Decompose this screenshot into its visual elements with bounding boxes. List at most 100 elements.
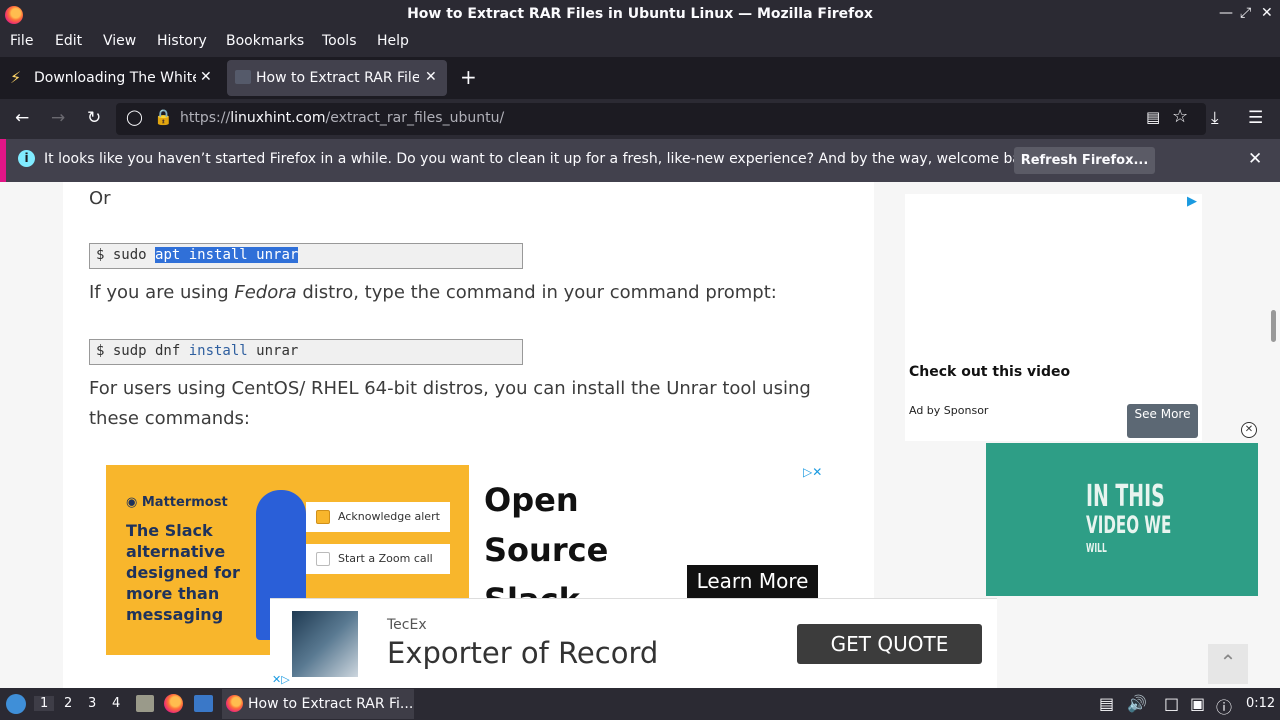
menu-tools[interactable]: Tools	[322, 33, 357, 49]
ad-card: Start a Zoom call	[306, 544, 450, 574]
code-block[interactable]: $ sudp dnf install unrar	[89, 339, 523, 365]
text: distro, type the command in your command…	[296, 282, 777, 303]
favicon-icon	[235, 70, 251, 84]
sponsor-ad[interactable]: ▶ Check out this video Ad by Sponsor See…	[905, 194, 1202, 441]
taskbar: 1 2 3 4 How to Extract RAR Fi... ▤ 🔊 □ ▣…	[0, 688, 1280, 720]
ad-headline: Check out this video	[909, 364, 1071, 380]
url-scheme: https://	[180, 110, 231, 126]
tab-downloading[interactable]: ⚡ Downloading The White H ✕	[2, 60, 224, 96]
taskbar-window-label: How to Extract RAR Fi...	[248, 696, 414, 712]
card-label: Start a Zoom call	[338, 552, 433, 565]
see-more-button[interactable]: See More	[1127, 404, 1198, 438]
taskbar-window-firefox[interactable]: How to Extract RAR Fi...	[222, 689, 414, 719]
window-title: How to Extract RAR Files in Ubuntu Linux…	[407, 6, 873, 22]
notes-icon[interactable]: □	[1164, 694, 1179, 713]
scrollbar-thumb[interactable]	[1271, 310, 1276, 342]
menu-view[interactable]: View	[103, 33, 136, 49]
video-ad[interactable]: IN THIS VIDEO WE WILL	[986, 443, 1258, 596]
firefox-icon	[226, 695, 243, 712]
ad-headline: Exporter of Record	[387, 636, 659, 670]
bookmark-star-icon[interactable]: ☆	[1172, 106, 1188, 127]
video-text: VIDEO WE	[1086, 511, 1172, 539]
ad-thumbnail	[292, 611, 358, 677]
close-tab-icon[interactable]: ✕	[425, 69, 437, 85]
close-notification-icon[interactable]: ✕	[1248, 149, 1262, 169]
clipboard-icon[interactable]: ▤	[1099, 694, 1114, 713]
close-window-icon[interactable]: ✕	[1261, 5, 1273, 21]
code-selected-text: apt install unrar	[155, 247, 299, 263]
menu-edit[interactable]: Edit	[55, 33, 82, 49]
back-icon[interactable]: ←	[15, 108, 29, 128]
paragraph-centos-2: these commands:	[89, 408, 250, 429]
code-text: unrar	[247, 343, 299, 359]
menu-file[interactable]: File	[10, 33, 33, 49]
shield-icon[interactable]: ◯	[126, 108, 143, 126]
forward-icon[interactable]: →	[51, 108, 65, 128]
workspace-2[interactable]: 2	[64, 696, 72, 711]
headline-line: Open	[484, 481, 579, 519]
workspace-3[interactable]: 3	[88, 696, 96, 711]
adchoices-icon[interactable]: ▷✕	[803, 465, 822, 479]
video-text: IN THIS	[1086, 479, 1165, 514]
text: If you are using	[89, 282, 235, 303]
reload-icon[interactable]: ↻	[87, 108, 101, 128]
checkbox-checked-icon	[316, 510, 330, 524]
adchoices-icon[interactable]: ▶	[1187, 194, 1197, 209]
emphasis-text: Fedora	[234, 282, 297, 303]
get-quote-button[interactable]: GET QUOTE	[797, 624, 982, 664]
tecex-ad[interactable]: TecEx Exporter of Record GET QUOTE ✕▷	[270, 598, 997, 688]
display-icon[interactable]: ▣	[1190, 694, 1205, 713]
headline-line: Source	[484, 531, 609, 569]
ad-copy: The Slack alternative designed for more …	[126, 521, 240, 624]
hamburger-menu-icon[interactable]: ☰	[1248, 108, 1263, 128]
menu-history[interactable]: History	[157, 33, 207, 49]
lock-icon[interactable]: 🔒	[154, 108, 173, 126]
learn-more-button[interactable]: Learn More	[687, 565, 818, 599]
title-bar: How to Extract RAR Files in Ubuntu Linux…	[0, 0, 1280, 30]
notification-accent	[0, 139, 6, 182]
downloads-icon[interactable]: ⤓	[1211, 108, 1219, 128]
new-tab-icon[interactable]: +	[460, 65, 477, 89]
tab-label: How to Extract RAR Files	[256, 70, 419, 86]
logo-text: Mattermost	[141, 495, 228, 510]
checkbox-icon	[316, 552, 330, 566]
workspace-1[interactable]: 1	[34, 696, 55, 711]
maximize-icon[interactable]: ⤢	[1240, 5, 1251, 21]
tab-extract-rar[interactable]: How to Extract RAR Files ✕	[227, 60, 447, 96]
workspace-4[interactable]: 4	[112, 696, 120, 711]
clock: 0:12	[1246, 696, 1276, 711]
url-host: linuxhint.com	[230, 110, 326, 126]
paragraph-centos-1: For users using CentOS/ RHEL 64-bit dist…	[89, 378, 811, 399]
code-prompt: $ sudo	[96, 247, 156, 263]
close-tab-icon[interactable]: ✕	[200, 69, 212, 85]
navigation-bar: ← → ↻ ◯ 🔒 ▤ ☆ https://linuxhint.com/extr…	[0, 99, 1280, 139]
url-text[interactable]: https://linuxhint.com/extract_rar_files_…	[180, 110, 504, 126]
code-keyword: install	[188, 343, 248, 359]
menu-help[interactable]: Help	[377, 33, 409, 49]
ad-sponsor: Ad by Sponsor	[909, 404, 989, 417]
menu-bookmarks[interactable]: Bookmarks	[226, 33, 304, 49]
tab-label: Downloading The White H	[34, 70, 196, 86]
reader-view-icon[interactable]: ▤	[1146, 108, 1160, 126]
ad-brand: TecEx	[387, 617, 427, 633]
minimize-icon[interactable]: —	[1219, 5, 1233, 21]
updates-icon[interactable]: ⓘ	[1216, 694, 1232, 718]
scroll-to-top-button[interactable]: ⌃	[1208, 644, 1248, 684]
page-viewport: Or $ sudo apt install unrar If you are u…	[0, 182, 1280, 688]
tab-strip: ⚡ Downloading The White H ✕ How to Extra…	[0, 57, 1280, 99]
refresh-firefox-button[interactable]: Refresh Firefox...	[1014, 147, 1155, 174]
terminal-icon[interactable]	[194, 695, 213, 712]
card-label: Acknowledge alert	[338, 510, 440, 523]
code-block[interactable]: $ sudo apt install unrar	[89, 243, 523, 269]
volume-icon[interactable]: 🔊	[1127, 694, 1147, 713]
start-menu-icon[interactable]	[6, 694, 26, 714]
ad-card: Acknowledge alert	[306, 502, 450, 532]
notification-bar: i It looks like you haven’t started Fire…	[0, 139, 1280, 182]
file-manager-icon[interactable]	[136, 695, 154, 712]
firefox-launcher-icon[interactable]	[164, 694, 183, 713]
adchoices-icon[interactable]: ✕▷	[272, 673, 290, 686]
info-icon: i	[18, 150, 35, 167]
close-video-icon[interactable]: ✕	[1241, 422, 1257, 438]
video-text: WILL	[1086, 541, 1107, 555]
paragraph-fedora: If you are using Fedora distro, type the…	[89, 278, 777, 308]
